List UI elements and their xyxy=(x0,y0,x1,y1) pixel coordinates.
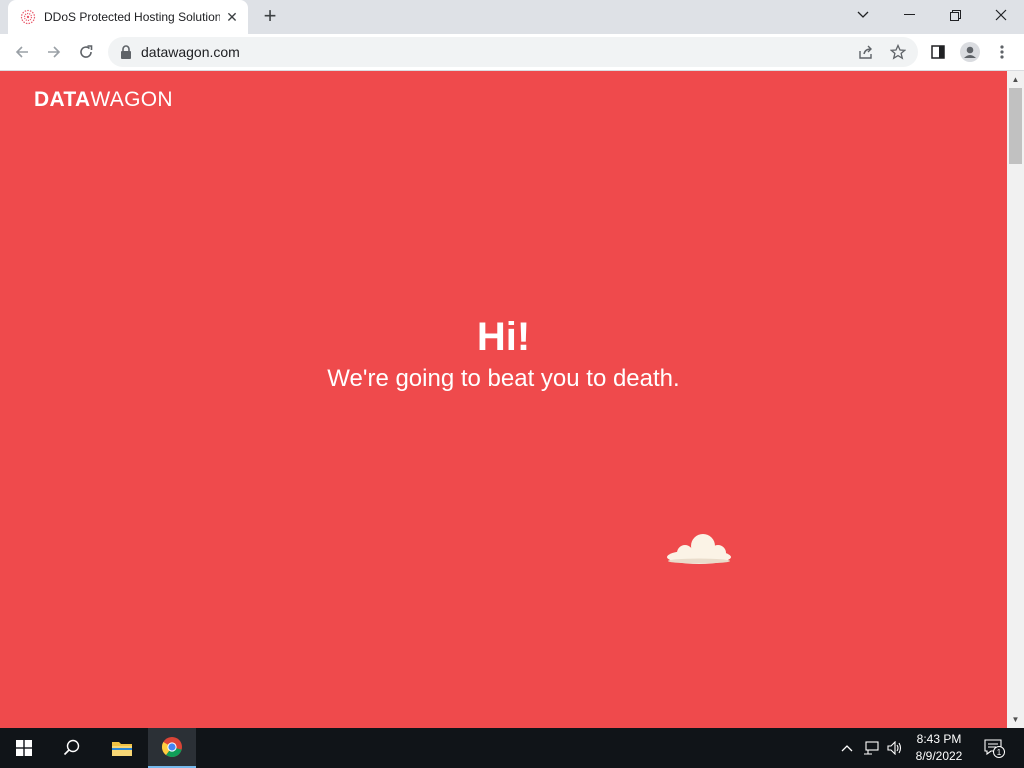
file-explorer-icon[interactable] xyxy=(98,728,146,768)
scroll-up-icon[interactable]: ▲ xyxy=(1007,71,1024,88)
reload-icon[interactable] xyxy=(72,38,100,66)
browser-toolbar: datawagon.com xyxy=(0,34,1024,71)
cloud-icon xyxy=(667,534,731,564)
forward-icon[interactable] xyxy=(40,38,68,66)
new-tab-icon[interactable]: + xyxy=(258,5,282,29)
scroll-down-icon[interactable]: ▼ xyxy=(1007,711,1024,728)
menu-kebab-icon[interactable] xyxy=(990,40,1014,64)
profile-avatar-icon[interactable] xyxy=(958,40,982,64)
hero-title: Hi! xyxy=(476,315,531,359)
clock-date: 8/9/2022 xyxy=(915,749,963,763)
lock-icon[interactable] xyxy=(120,45,132,59)
tab-close-icon[interactable]: ✕ xyxy=(224,9,240,25)
notification-count: 1 xyxy=(997,748,1002,757)
clock-time: 8:43 PM xyxy=(916,732,962,746)
notification-center-icon[interactable]: 1 xyxy=(984,739,1006,758)
logo-light-text: WAGON xyxy=(90,88,173,111)
side-panel-icon[interactable] xyxy=(926,40,950,64)
address-bar[interactable]: datawagon.com xyxy=(108,37,918,67)
web-page: DATAWAGON Hi! We're going to beat you to… xyxy=(0,71,1007,728)
tab-title: DDoS Protected Hosting Solution xyxy=(44,10,220,24)
show-hidden-icons-icon[interactable] xyxy=(838,739,856,757)
tab-search-icon[interactable] xyxy=(840,0,886,30)
logo-bold-text: DATA xyxy=(34,88,91,111)
url-text[interactable]: datawagon.com xyxy=(141,44,240,60)
browser-tab[interactable]: DDoS Protected Hosting Solution ✕ xyxy=(8,0,248,34)
taskbar-clock[interactable]: 8:43 PM 8/9/2022 xyxy=(906,731,972,765)
close-window-icon[interactable] xyxy=(978,0,1024,30)
windows-start-icon[interactable] xyxy=(0,728,48,768)
scroll-thumb[interactable] xyxy=(1009,88,1022,164)
windows-taskbar: 8:43 PM 8/9/2022 1 xyxy=(0,728,1024,768)
minimize-icon[interactable] xyxy=(886,0,932,30)
volume-icon[interactable] xyxy=(886,739,904,757)
share-icon[interactable] xyxy=(854,40,878,64)
restore-icon[interactable] xyxy=(932,0,978,30)
network-icon[interactable] xyxy=(862,739,880,757)
datawagon-favicon-icon xyxy=(20,9,36,25)
chrome-taskbar-icon[interactable] xyxy=(148,728,196,768)
hero-subtitle: We're going to beat you to death. xyxy=(327,365,680,392)
back-icon[interactable] xyxy=(8,38,36,66)
bookmark-star-icon[interactable] xyxy=(886,40,910,64)
search-icon[interactable] xyxy=(48,728,96,768)
tab-strip: DDoS Protected Hosting Solution ✕ + xyxy=(0,0,1024,34)
page-scrollbar[interactable]: ▲ ▼ xyxy=(1007,71,1024,728)
datawagon-logo[interactable]: DATAWAGON xyxy=(34,88,173,112)
